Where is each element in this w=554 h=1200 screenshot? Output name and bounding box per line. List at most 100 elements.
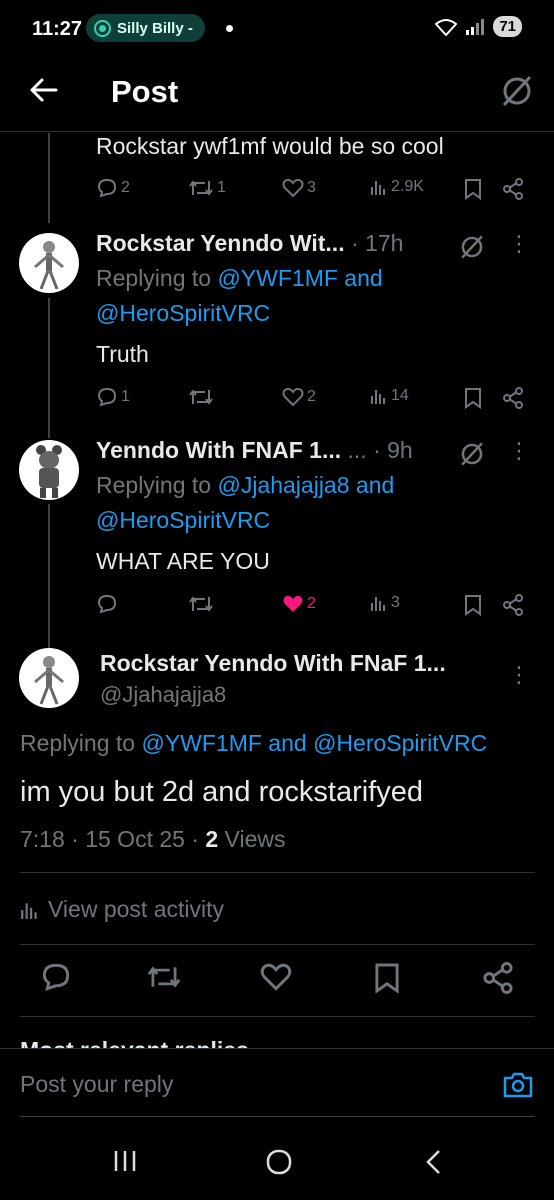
reply-icon: [97, 594, 117, 614]
like-button[interactable]: 2: [282, 387, 316, 407]
heart-icon: [282, 178, 304, 198]
notification-pill[interactable]: Silly Billy -: [86, 14, 205, 42]
view-count: 14: [391, 387, 409, 404]
home-icon[interactable]: [265, 1148, 293, 1181]
post-text: WHAT ARE YOU: [96, 548, 270, 574]
heart-icon: [282, 387, 304, 407]
views-button[interactable]: 3: [370, 594, 400, 612]
more-options-icon[interactable]: ⋮: [508, 662, 530, 688]
main-avatar[interactable]: [19, 648, 79, 708]
post-text: Truth: [96, 341, 149, 367]
signal-icon: [466, 18, 485, 35]
camera-icon[interactable]: [502, 1071, 534, 1104]
post-actions: 2 3: [96, 594, 536, 618]
views-button[interactable]: 14: [370, 387, 409, 405]
mention-join: and: [337, 265, 383, 291]
repost-button[interactable]: [188, 594, 214, 614]
mention-link[interactable]: @YWF1MF: [217, 265, 337, 291]
bookmark-button[interactable]: [464, 387, 482, 409]
thread-post[interactable]: Rockstar Yenndo Wit... · 17h ⋮ Replying …: [0, 225, 554, 425]
repost-button[interactable]: [146, 962, 182, 997]
mention-link[interactable]: @HeroSpiritVRC: [313, 730, 487, 756]
replying-to: Replying to @YWF1MF and @HeroSpiritVRC: [96, 261, 536, 331]
bookmark-button[interactable]: [374, 962, 400, 999]
bookmark-icon: [465, 179, 481, 200]
back-arrow-icon[interactable]: [30, 76, 58, 109]
reply-icon: [97, 178, 117, 198]
share-button[interactable]: [502, 387, 524, 409]
post-actions: 2 1 3 2.9K: [96, 178, 536, 202]
system-icons: 71: [435, 16, 522, 37]
main-post-actions: [0, 962, 554, 998]
avatar[interactable]: [19, 440, 79, 500]
share-icon: [503, 594, 523, 616]
main-author-handle[interactable]: @Jjahajajja8: [100, 682, 226, 708]
post-time: ... · 9h: [347, 437, 413, 463]
analytics-icon: [371, 597, 385, 611]
repost-count: 1: [217, 179, 226, 196]
bookmark-button[interactable]: [464, 178, 482, 200]
replying-to: Replying to @Jjahajajja8 and @HeroSpiritV…: [96, 468, 536, 538]
reply-input[interactable]: [20, 1071, 460, 1098]
mention-link[interactable]: @HeroSpiritVRC: [96, 507, 270, 533]
main-author-name[interactable]: Rockstar Yenndo With FNaF 1...: [100, 650, 446, 677]
reply-button[interactable]: 2: [96, 178, 130, 198]
battery-indicator: 71: [493, 16, 522, 37]
divider: [20, 944, 535, 945]
repost-icon: [147, 966, 181, 988]
repost-button[interactable]: 1: [188, 178, 226, 198]
recent-apps-icon[interactable]: [112, 1148, 138, 1179]
reply-icon: [42, 963, 70, 991]
share-button[interactable]: [502, 594, 524, 616]
more-options-icon[interactable]: ⋮: [508, 231, 530, 257]
status-bar: 11:27 Silly Billy - 71: [0, 0, 554, 58]
thread-post[interactable]: Yenndo With FNAF 1... ... · 9h ⋮ Replyin…: [0, 432, 554, 632]
main-post-text: im you but 2d and rockstarifyed: [20, 776, 423, 808]
heart-icon: [260, 963, 292, 991]
views-button[interactable]: 2.9K: [370, 178, 424, 196]
views-count: 2: [205, 826, 219, 852]
clock: 11:27: [32, 18, 83, 40]
bookmark-button[interactable]: [464, 594, 482, 616]
share-button[interactable]: [502, 178, 524, 200]
author-name[interactable]: Yenndo With FNAF 1... ... · 9h: [96, 437, 413, 464]
repost-icon: [189, 389, 213, 405]
share-button[interactable]: [482, 962, 514, 999]
activity-label: View post activity: [48, 896, 224, 922]
like-button[interactable]: 3: [282, 178, 316, 198]
share-icon: [483, 962, 513, 994]
mention-link[interactable]: @YWF1MF: [141, 730, 261, 756]
system-nav-bar: [0, 1130, 554, 1200]
post-text: Rockstar ywf1mf would be so cool: [96, 133, 444, 159]
like-button[interactable]: [260, 962, 292, 997]
avatar[interactable]: [19, 233, 79, 293]
page-title: Post: [111, 74, 179, 109]
like-count: 2: [307, 388, 316, 405]
analytics-icon: [371, 390, 385, 404]
grok-icon[interactable]: [500, 74, 534, 113]
thread-post[interactable]: Rockstar ywf1mf would be so cool 2 1 3 2…: [0, 133, 554, 213]
main-post-meta: 7:18 · 15 Oct 25 · 2 Views: [20, 826, 286, 853]
bookmark-icon: [465, 595, 481, 616]
reply-button[interactable]: [96, 594, 118, 614]
reply-composer: [0, 1048, 554, 1120]
repost-button[interactable]: [188, 387, 214, 407]
reply-button[interactable]: 1: [96, 387, 130, 407]
view-count: 3: [391, 594, 400, 611]
back-icon[interactable]: [423, 1148, 445, 1181]
mention-link[interactable]: @Jjahajajja8: [217, 472, 349, 498]
mention-join: and: [349, 472, 395, 498]
top-bar: Post: [0, 58, 554, 132]
reply-button[interactable]: [40, 962, 72, 997]
repost-icon: [189, 180, 213, 196]
repost-icon: [189, 596, 213, 612]
mention-link[interactable]: @HeroSpiritVRC: [96, 300, 270, 326]
more-options-icon[interactable]: ⋮: [508, 438, 530, 464]
like-button[interactable]: 2: [282, 594, 316, 614]
view-post-activity[interactable]: View post activity: [20, 896, 224, 923]
replying-prefix: Replying to: [96, 265, 218, 291]
view-count: 2.9K: [391, 178, 424, 195]
author-name[interactable]: Rockstar Yenndo Wit... · 17h: [96, 230, 403, 257]
divider: [20, 1016, 535, 1017]
reply-count: 1: [121, 388, 130, 405]
